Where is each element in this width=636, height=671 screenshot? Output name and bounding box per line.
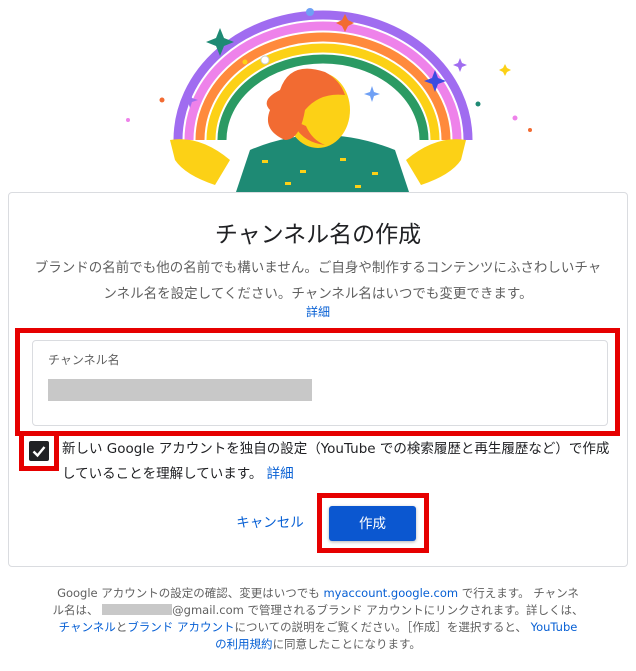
footer-text: と <box>115 620 128 634</box>
check-icon <box>32 446 46 458</box>
footer-notice: Google アカウントの設定の確認、変更はいつでも myaccount.goo… <box>52 585 584 653</box>
consent-learn-more-link[interactable]: 詳細 <box>267 466 294 482</box>
learn-more-link[interactable]: 詳細 <box>306 305 330 319</box>
dialog-description: ブランドの名前でも他の名前でも構いません。ご自身や制作するコンテンツにふさわしい… <box>34 260 602 302</box>
cancel-button[interactable]: キャンセル <box>228 508 312 538</box>
consent-text: 新しい Google アカウントを独自の設定（YouTube での検索履歴と再生… <box>62 437 610 487</box>
channel-name-field[interactable]: チャンネル名 <box>32 340 608 426</box>
email-suffix: @gmail.com <box>172 603 244 617</box>
channel-name-label: チャンネル名 <box>48 353 120 367</box>
dialog-title: チャンネル名の作成 <box>214 222 422 248</box>
rainbow-illustration <box>126 8 532 195</box>
channel-name-input[interactable] <box>48 379 312 401</box>
footer-text: Google アカウントの設定の確認、変更はいつでも <box>57 586 320 600</box>
consent-checkbox[interactable] <box>29 441 49 461</box>
footer-text: についての説明をご覧ください。［作成］を選択すると、 <box>234 620 527 634</box>
channel-link[interactable]: チャンネル <box>59 620 116 634</box>
create-button[interactable]: 作成 <box>329 506 416 541</box>
myaccount-link[interactable]: myaccount.google.com <box>323 586 458 600</box>
redacted-email <box>102 604 173 615</box>
brand-account-link[interactable]: ブランド アカウント <box>127 620 234 634</box>
footer-text: で管理されるブランド アカウントにリンクされます。詳しくは、 <box>247 603 584 617</box>
footer-text: に同意したことになります。 <box>272 637 421 651</box>
consent-label: 新しい Google アカウントを独自の設定（YouTube での検索履歴と再生… <box>62 441 610 482</box>
